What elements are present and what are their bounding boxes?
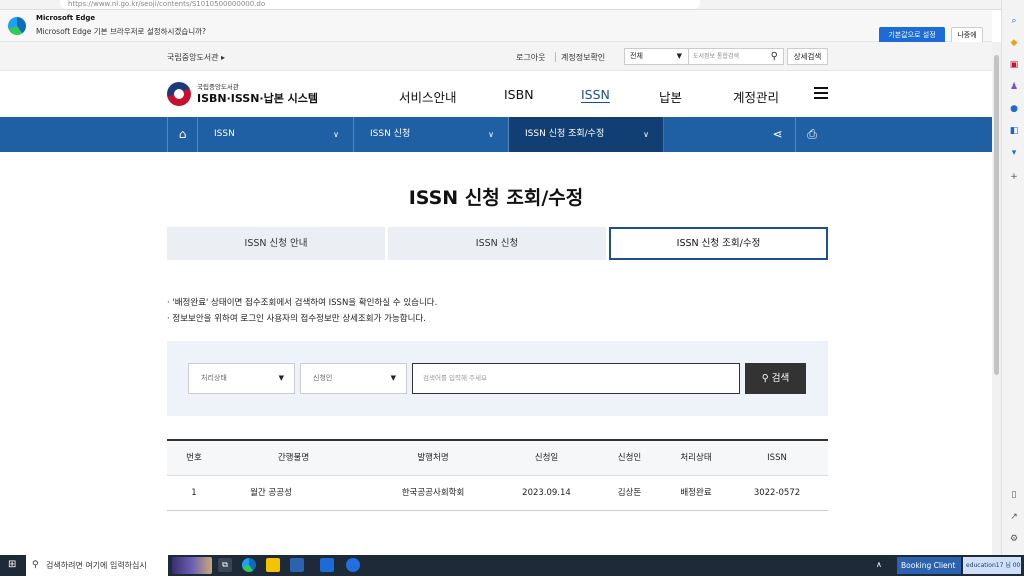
- results-table: 번호 간행물명 발행처명 신청일 신청인 처리상태 ISSN 1 월간 공공성 …: [167, 439, 828, 511]
- integrated-search-input[interactable]: 도서정보 통합검색 ⚲: [689, 48, 784, 65]
- edge-logo-icon: [8, 17, 26, 35]
- integrated-search-placeholder: 도서정보 통합검색: [693, 53, 740, 60]
- file-explorer-icon[interactable]: [266, 558, 280, 572]
- tab-issn-apply[interactable]: ISSN 신청: [388, 227, 606, 260]
- task-view-icon[interactable]: ⧉: [218, 558, 232, 572]
- tab-issn-guide[interactable]: ISSN 신청 안내: [167, 227, 385, 260]
- search-scope-value: 전체: [630, 52, 643, 60]
- menu-isbn[interactable]: ISBN: [504, 87, 534, 102]
- applicant-select-value: 신청인: [313, 374, 333, 382]
- cell-applicant: 김상돈: [617, 488, 642, 498]
- cell-publisher: 한국공공사회학회: [401, 488, 465, 498]
- chevron-down-icon: ∨: [488, 130, 494, 139]
- logout-link[interactable]: 로그아웃: [516, 52, 545, 63]
- header-date: 신청일: [534, 453, 559, 463]
- table-header-row: 번호 간행물명 발행처명 신청일 신청인 처리상태 ISSN: [167, 439, 828, 476]
- caret-down-icon: ▼: [390, 374, 396, 382]
- add-icon[interactable]: +: [1007, 170, 1021, 184]
- detail-search-button[interactable]: 상세검색: [787, 48, 828, 65]
- settings-icon[interactable]: ⚙: [1007, 532, 1021, 546]
- tray-user-info: education17 님 00분: [963, 557, 1021, 574]
- hamburger-menu-icon[interactable]: [814, 87, 828, 99]
- header-status: 처리상태: [680, 453, 712, 463]
- nav-level3-select[interactable]: ISSN 신청 조회/수정 ∨: [509, 117, 664, 152]
- address-bar[interactable]: https://www.nl.go.kr/seoji/contents/S101…: [60, 0, 700, 9]
- search-icon: ⚲: [761, 373, 769, 384]
- games-icon[interactable]: ●: [1007, 102, 1021, 116]
- nav-level1-label: ISSN: [214, 129, 235, 139]
- edge-taskbar-icon[interactable]: [242, 558, 256, 572]
- status-select[interactable]: 처리상태 ▼: [188, 363, 295, 394]
- share-icon[interactable]: ⋖: [760, 117, 796, 152]
- notification-title: Microsoft Edge: [36, 14, 96, 22]
- library-logo-icon[interactable]: [167, 82, 191, 106]
- tab-issn-inquiry[interactable]: ISSN 신청 조회/수정: [609, 227, 828, 260]
- menu-deposit[interactable]: 납본: [659, 87, 682, 106]
- cell-title-link[interactable]: 월간 공공성: [221, 476, 321, 511]
- notice-line: · '배정완료' 상태이면 접수조회에서 검색하여 ISSN을 확인하실 수 있…: [167, 298, 438, 308]
- scrollbar-thumb[interactable]: [994, 55, 999, 375]
- header-no: 번호: [186, 453, 202, 463]
- account-info-link[interactable]: 계정정보확인: [561, 52, 605, 63]
- search-icon[interactable]: ⚲: [771, 49, 778, 64]
- menu-service-guide[interactable]: 서비스안내: [399, 87, 457, 106]
- search-button[interactable]: ⚲ 검색: [745, 363, 806, 394]
- notification-text: Microsoft Edge 기본 브라우저로 설정하시겠습니까?: [36, 27, 207, 36]
- search-scope-select[interactable]: 전체 ▼: [624, 48, 689, 65]
- library-breadcrumb-link[interactable]: 국립중앙도서관 ▸: [167, 52, 225, 63]
- default-browser-notification: Microsoft Edge Microsoft Edge 기본 브라우저로 설…: [0, 10, 992, 44]
- applicant-select[interactable]: 신청인 ▼: [300, 363, 407, 394]
- search-icon[interactable]: ⌕: [1007, 14, 1021, 28]
- page-title: ISSN 신청 조회/수정: [408, 187, 584, 209]
- tools-icon[interactable]: ♟: [1007, 80, 1021, 94]
- drop-icon[interactable]: ▾: [1007, 146, 1021, 160]
- windows-start-icon[interactable]: ⊞: [8, 559, 16, 570]
- browser-address-strip: https://www.nl.go.kr/seoji/contents/S101…: [0, 0, 1024, 10]
- keyword-input[interactable]: 검색어를 입력해 주세요: [412, 363, 740, 394]
- taskbar-search-box[interactable]: ⚲ 검색하려면 여기에 입력하십시: [26, 555, 168, 576]
- keyword-placeholder: 검색어를 입력해 주세요: [423, 374, 487, 382]
- search-highlight-image[interactable]: [172, 557, 212, 574]
- caret-down-icon: ▼: [278, 374, 284, 382]
- shopping-icon[interactable]: ▣: [1007, 58, 1021, 72]
- search-icon: ⚲: [32, 560, 39, 570]
- store-icon[interactable]: [290, 558, 304, 572]
- nav-level2-select[interactable]: ISSN 신청 ∨: [354, 117, 509, 152]
- header-title: 간행물명: [277, 453, 310, 463]
- taskbar-search-text: 검색하려면 여기에 입력하십시: [46, 561, 147, 570]
- favorites-icon[interactable]: ◆: [1007, 36, 1021, 50]
- edge-sidebar: ⌕ ◆ ▣ ♟ ● ◧ ▾ + ▯ ↗ ⚙: [1001, 0, 1024, 555]
- header-issn: ISSN: [767, 453, 787, 463]
- menu-issn[interactable]: ISSN: [581, 87, 610, 102]
- home-icon[interactable]: ⌂: [167, 117, 198, 152]
- header-publisher: 발행처명: [417, 453, 449, 463]
- mail-icon[interactable]: [320, 558, 334, 572]
- header-applicant: 신청인: [617, 453, 642, 463]
- external-link-icon[interactable]: ↗: [1007, 510, 1021, 524]
- cell-status: 배정완료: [680, 488, 712, 498]
- app-icon[interactable]: [346, 558, 360, 572]
- chevron-up-icon[interactable]: ∧: [876, 560, 882, 569]
- chevron-down-icon: ∨: [333, 130, 339, 139]
- menu-account[interactable]: 계정관리: [733, 87, 779, 106]
- status-select-value: 처리상태: [201, 374, 227, 382]
- table-row[interactable]: 1 월간 공공성 한국공공사회학회 2023.09.14 김상돈 배정완료 30…: [167, 476, 828, 511]
- outlook-icon[interactable]: ◧: [1007, 124, 1021, 138]
- search-button-label: 검색: [771, 373, 790, 384]
- caret-down-icon: ▼: [676, 52, 682, 60]
- divider: [555, 52, 556, 62]
- cell-issn: 3022-0572: [753, 488, 801, 498]
- chevron-down-icon: ∨: [643, 130, 649, 139]
- split-screen-icon[interactable]: ▯: [1007, 488, 1021, 502]
- cell-no: 1: [191, 488, 197, 498]
- print-icon[interactable]: ⎙: [796, 117, 828, 152]
- nav-level1-select[interactable]: ISSN ∨: [198, 117, 354, 152]
- nav-level2-label: ISSN 신청: [370, 129, 411, 139]
- cell-date: 2023.09.14: [522, 488, 571, 498]
- notice-line: · 정보보안을 위하여 로그인 사용자의 접수정보만 상세조회가 가능합니다.: [167, 314, 426, 324]
- nav-level3-label: ISSN 신청 조회/수정: [525, 129, 605, 139]
- logo-title[interactable]: ISBN·ISSN·납본 시스템: [197, 90, 318, 106]
- utility-bar: [0, 42, 992, 71]
- booking-client-label[interactable]: Booking Client: [897, 557, 961, 574]
